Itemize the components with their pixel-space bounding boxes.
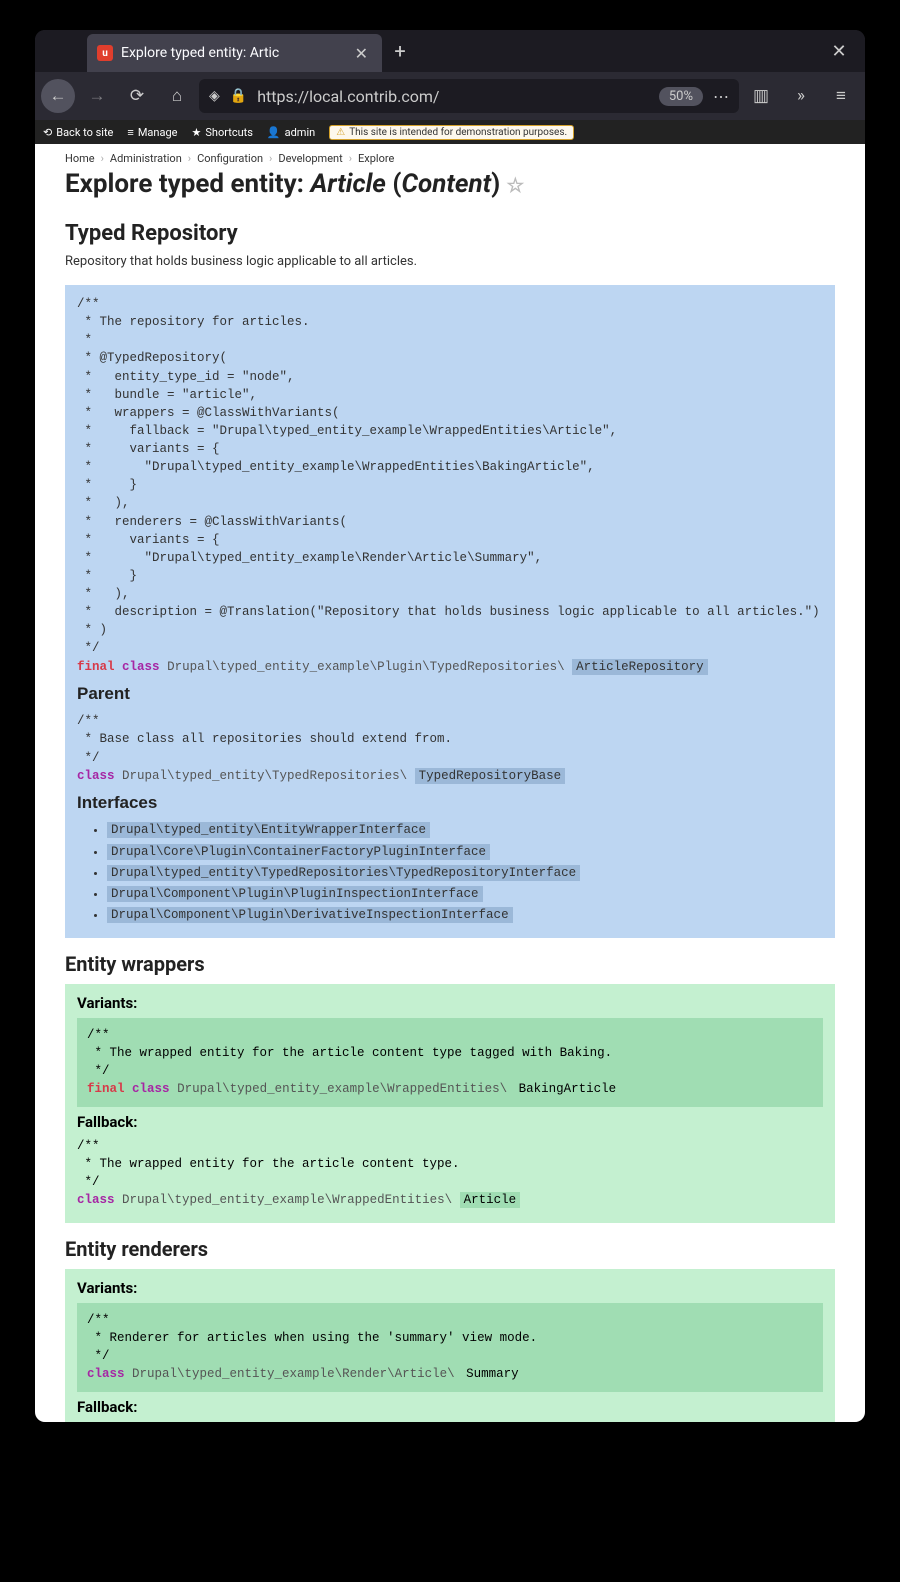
- wrapper-fallback-code: /** * The wrapped entity for the article…: [77, 1137, 823, 1210]
- tab-title: Explore typed entity: Artic: [121, 45, 343, 61]
- user-link[interactable]: 👤admin: [267, 126, 315, 139]
- home-button[interactable]: ⌂: [159, 78, 195, 114]
- menu-icon: ≡: [127, 126, 133, 139]
- interface-item: Drupal\typed_entity\TypedRepositories\Ty…: [107, 864, 823, 882]
- section-heading: Typed Repository: [65, 221, 835, 246]
- overflow-icon[interactable]: »: [783, 78, 819, 114]
- interfaces-list: Drupal\typed_entity\EntityWrapperInterfa…: [77, 821, 823, 924]
- lock-icon: 🔒: [230, 88, 247, 104]
- breadcrumb-link[interactable]: Home: [65, 152, 95, 165]
- interface-item: Drupal\Core\Plugin\ContainerFactoryPlugi…: [107, 843, 823, 861]
- tab-close-icon[interactable]: ✕: [351, 44, 372, 63]
- entity-wrappers-block: Variants: /** * The wrapped entity for t…: [65, 984, 835, 1223]
- section-description: Repository that holds business logic app…: [65, 254, 835, 269]
- warning-icon: ⚠: [336, 127, 345, 138]
- library-icon[interactable]: ▥: [743, 78, 779, 114]
- browser-window: u Explore typed entity: Artic ✕ + ✕ ← → …: [35, 30, 865, 1422]
- user-icon: 👤: [267, 126, 281, 139]
- entity-renderers-block: Variants: /** * Renderer for articles wh…: [65, 1269, 835, 1422]
- back-button[interactable]: ←: [41, 79, 75, 113]
- forward-button[interactable]: →: [79, 78, 115, 114]
- more-icon[interactable]: ⋯: [713, 87, 729, 106]
- back-to-site-link[interactable]: ⟲Back to site: [43, 126, 113, 139]
- favorite-star-icon[interactable]: ☆: [506, 173, 524, 197]
- fallback-label: Fallback:: [77, 1113, 823, 1131]
- breadcrumb-link[interactable]: Explore: [358, 152, 394, 165]
- reload-button[interactable]: ⟳: [119, 78, 155, 114]
- renderer-variant-code: /** * Renderer for articles when using t…: [77, 1303, 823, 1392]
- interfaces-heading: Interfaces: [77, 791, 823, 816]
- demo-warning: ⚠This site is intended for demonstration…: [329, 125, 574, 140]
- drupal-admin-toolbar: ⟲Back to site ≡Manage ★Shortcuts 👤admin …: [35, 120, 865, 144]
- shortcuts-link[interactable]: ★Shortcuts: [191, 126, 252, 139]
- variants-label: Variants:: [77, 1279, 823, 1297]
- breadcrumb-link[interactable]: Configuration: [197, 152, 263, 165]
- interface-item: Drupal\Component\Plugin\PluginInspection…: [107, 885, 823, 903]
- shield-icon: ◈: [209, 88, 220, 104]
- url-bar[interactable]: ◈ 🔒 https://local.contrib.com/ 50% ⋯: [199, 79, 739, 113]
- typed-repository-section: Typed Repository Repository that holds b…: [35, 209, 865, 285]
- page-title: Explore typed entity: Article (Content)☆: [35, 165, 865, 209]
- new-tab-button[interactable]: +: [382, 30, 418, 72]
- zoom-badge[interactable]: 50%: [659, 87, 703, 106]
- url-text: https://local.contrib.com/: [257, 87, 649, 106]
- breadcrumb-link[interactable]: Development: [278, 152, 342, 165]
- menu-icon[interactable]: ≡: [823, 78, 859, 114]
- entity-renderers-heading: Entity renderers: [35, 1223, 865, 1269]
- fallback-label: Fallback:: [77, 1398, 823, 1416]
- tab-favicon-icon: u: [97, 45, 113, 61]
- star-icon: ★: [191, 126, 201, 139]
- nav-toolbar: ← → ⟳ ⌂ ◈ 🔒 https://local.contrib.com/ 5…: [35, 72, 865, 120]
- interface-item: Drupal\typed_entity\EntityWrapperInterfa…: [107, 821, 823, 839]
- repository-code-block: /** * The repository for articles. * * @…: [65, 285, 835, 938]
- variants-label: Variants:: [77, 994, 823, 1012]
- manage-link[interactable]: ≡Manage: [127, 126, 177, 139]
- interface-item: Drupal\Component\Plugin\DerivativeInspec…: [107, 906, 823, 924]
- browser-tab[interactable]: u Explore typed entity: Artic ✕: [87, 34, 382, 72]
- wrapper-variant-code: /** * The wrapped entity for the article…: [77, 1018, 823, 1107]
- tab-bar: u Explore typed entity: Artic ✕ + ✕: [35, 30, 865, 72]
- breadcrumb-link[interactable]: Administration: [110, 152, 182, 165]
- breadcrumb: Home›Administration›Configuration›Develo…: [35, 144, 865, 165]
- parent-docblock: /** * Base class all repositories should…: [77, 714, 452, 764]
- window-close-icon[interactable]: ✕: [821, 30, 857, 72]
- page-content: ⟲Back to site ≡Manage ★Shortcuts 👤admin …: [35, 120, 865, 1422]
- parent-heading: Parent: [77, 682, 823, 707]
- back-icon: ⟲: [43, 126, 52, 139]
- docblock: /** * The repository for articles. * * @…: [77, 297, 820, 655]
- entity-wrappers-heading: Entity wrappers: [35, 938, 865, 984]
